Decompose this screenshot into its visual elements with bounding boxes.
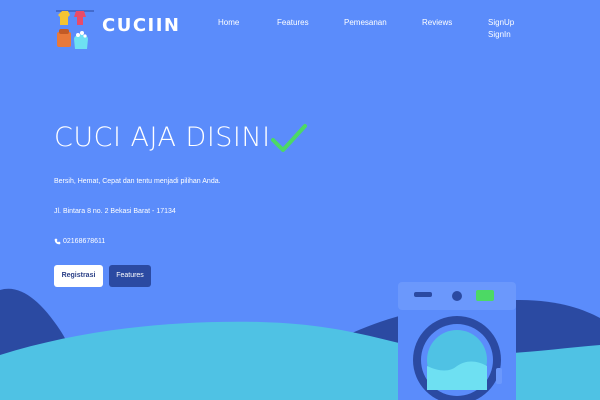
features-button[interactable]: Features (109, 265, 151, 287)
checkmark-icon (270, 124, 307, 152)
hero-phone-number: 02168678611 (63, 238, 106, 245)
hero-title-text: CUCI AJA DISINI (54, 121, 271, 153)
washing-machine-icon (398, 282, 516, 400)
hero-title: CUCI AJA DISINI (54, 118, 309, 156)
nav-pemesanan-link[interactable]: Pemesanan (344, 17, 387, 28)
light-wave (0, 321, 600, 400)
dark-wave-right (260, 300, 600, 400)
nav-reviews-link[interactable]: Reviews (422, 17, 452, 28)
landing-page: CUCIIN Home Features Pemesanan Reviews S… (0, 0, 600, 400)
phone-icon (54, 238, 61, 245)
hero-phone: 02168678611 (54, 238, 105, 245)
nav-signup-link[interactable]: SignUp (488, 17, 514, 28)
main-nav: Home Features Pemesanan Reviews SignUp S… (0, 17, 600, 47)
register-button[interactable]: Registrasi (54, 265, 103, 287)
nav-signin-link[interactable]: SignIn (488, 29, 511, 40)
nav-home-link[interactable]: Home (218, 17, 239, 28)
dark-wave-left (0, 288, 80, 400)
nav-features-link[interactable]: Features (277, 17, 309, 28)
hero-tagline: Bersih, Hemat, Cepat dan tentu menjadi p… (54, 178, 221, 185)
hero-illustration (0, 282, 600, 400)
hero-address: Jl. Bintara 8 no. 2 Bekasi Barat - 17134 (54, 208, 176, 215)
